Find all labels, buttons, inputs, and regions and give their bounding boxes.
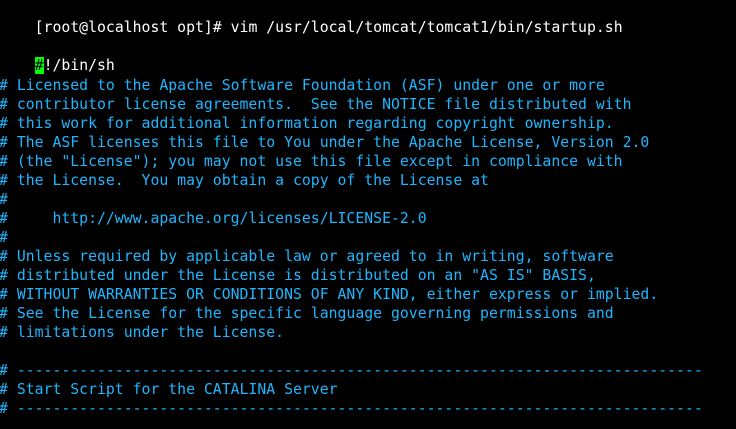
comment-line: # the License. You may obtain a copy of …: [0, 172, 489, 189]
shebang-text: !/bin/sh: [43, 57, 115, 74]
comment-line: # The ASF licenses this file to You unde…: [0, 134, 650, 151]
terminal-window[interactable]: [root@localhost opt]# vim /usr/local/tom…: [0, 0, 736, 429]
comment-line: # See the License for the specific langu…: [0, 305, 614, 322]
command-line: [root@localhost opt]# vim /usr/local/tom…: [0, 0, 623, 36]
text-cursor: #: [34, 57, 44, 74]
comment-line: # this work for additional information r…: [0, 115, 614, 132]
comment-line: # distributed under the License is distr…: [0, 267, 596, 284]
comment-line: # limitations under the License.: [0, 324, 285, 341]
comment-line: # WITHOUT WARRANTIES OR CONDITIONS OF AN…: [0, 286, 659, 303]
section-title: # Start Script for the CATALINA Server: [0, 381, 338, 398]
shell-command: vim /usr/local/tomcat/tomcat1/bin/startu…: [221, 19, 623, 36]
comment-line: # http://www.apache.org/licenses/LICENSE…: [0, 210, 427, 227]
comment-line: # Unless required by applicable law or a…: [0, 248, 614, 265]
comment-line: #: [0, 190, 8, 209]
shell-prompt: [root@localhost opt]#: [34, 19, 222, 36]
shebang-line[interactable]: #!/bin/sh: [0, 37, 115, 74]
comment-line: #: [0, 228, 8, 247]
separator-line: # --------------------------------------…: [0, 400, 703, 417]
comment-line: # contributor license agreements. See th…: [0, 96, 632, 113]
comment-line: # Licensed to the Apache Software Founda…: [0, 77, 605, 94]
comment-line: # (the "License"); you may not use this …: [0, 153, 623, 170]
separator-line: # --------------------------------------…: [0, 362, 703, 379]
